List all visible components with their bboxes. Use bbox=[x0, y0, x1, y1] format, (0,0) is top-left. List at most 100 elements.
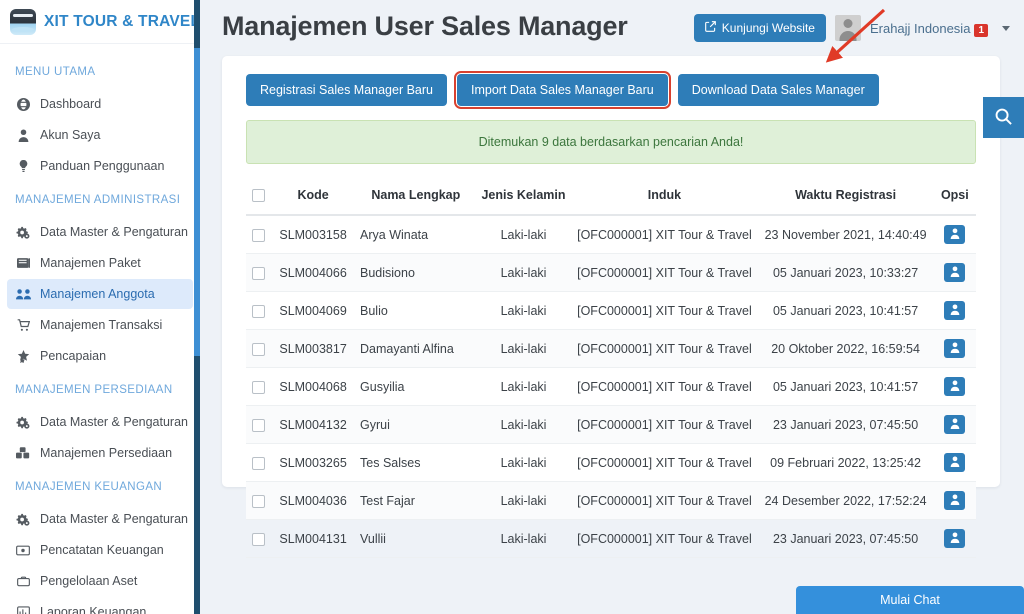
cell-induk: [OFC000001] XIT Tour & Travel bbox=[571, 481, 758, 521]
sidebar-item-akun-saya[interactable]: Akun Saya bbox=[7, 120, 193, 150]
sidebar-item-panduan-penggunaan[interactable]: Panduan Penggunaan bbox=[7, 151, 193, 181]
row-detail-button[interactable] bbox=[944, 225, 966, 245]
table-body: SLM003158 Arya Winata Laki-laki [OFC000001]… bbox=[246, 215, 976, 559]
row-detail-button[interactable] bbox=[944, 529, 966, 549]
sidebar-item-data-master-pengaturan[interactable]: Data Master & Pengaturan bbox=[7, 407, 193, 437]
cell-waktu-registrasi: 23 November 2021, 14:40:49 bbox=[757, 215, 934, 255]
cell-nama-lengkap: Bulio bbox=[356, 291, 476, 331]
user-menu[interactable]: Erahajj Indonesia 1 bbox=[869, 20, 988, 37]
briefcase-icon bbox=[15, 576, 31, 587]
star-badge-icon bbox=[15, 349, 31, 363]
user-detail-icon bbox=[950, 341, 960, 356]
sidebar-group-heading: MANAJEMEN PERSEDIAAN bbox=[15, 384, 173, 396]
cell-opsi bbox=[933, 519, 976, 559]
search-button[interactable] bbox=[983, 97, 1024, 138]
sidebar-item-label: Dashboard bbox=[40, 97, 102, 111]
cell-opsi bbox=[933, 367, 976, 407]
cell-kode: SLM004066 bbox=[270, 253, 357, 293]
table-row: SLM004066 Budisiono Laki-laki [OFC000001] X… bbox=[246, 253, 976, 293]
cell-induk: [OFC000001] XIT Tour & Travel bbox=[571, 215, 758, 255]
cell-kode: SLM004068 bbox=[270, 367, 357, 407]
sidebar-item-label: Panduan Penggunaan bbox=[40, 159, 165, 173]
content-card: Registrasi Sales Manager Baru Import Dat… bbox=[222, 56, 1000, 559]
row-checkbox[interactable] bbox=[251, 228, 265, 242]
row-detail-button[interactable] bbox=[944, 339, 966, 359]
sidebar-item-data-master-pengaturan[interactable]: Data Master & Pengaturan bbox=[7, 217, 193, 247]
cell-induk: [OFC000001] XIT Tour & Travel bbox=[571, 329, 758, 369]
app-logo-icon bbox=[10, 8, 36, 35]
sidebar-item-pengelolaan-aset[interactable]: Pengelolaan Aset bbox=[7, 566, 193, 596]
sidebar-item-label: Pencapaian bbox=[40, 349, 107, 363]
user-name-label: Erahajj Indonesia bbox=[869, 20, 971, 36]
cell-induk: [OFC000001] XIT Tour & Travel bbox=[571, 367, 758, 407]
sidebar-item-manajemen-anggota[interactable]: Manajemen Anggota bbox=[7, 279, 193, 309]
cell-induk: [OFC000001] XIT Tour & Travel bbox=[571, 291, 758, 331]
import-data-button[interactable]: Import Data Sales Manager Baru bbox=[454, 71, 671, 109]
cell-waktu-registrasi: 09 Februari 2022, 13:25:42 bbox=[757, 443, 934, 483]
sidebar-item-laporan-keuangan[interactable]: Laporan Keuangan bbox=[7, 597, 193, 614]
sidebar-item-dashboard[interactable]: Dashboard bbox=[7, 89, 193, 119]
sidebar-item-pencapaian[interactable]: Pencapaian bbox=[7, 341, 193, 371]
sidebar-item-label: Data Master & Pengaturan bbox=[40, 225, 188, 239]
sidebar-item-label: Manajemen Transaksi bbox=[40, 318, 163, 332]
cell-waktu-registrasi: 05 Januari 2023, 10:33:27 bbox=[757, 253, 934, 293]
row-select-cell bbox=[246, 253, 271, 293]
visit-website-button[interactable]: Kunjungi Website bbox=[693, 14, 826, 42]
start-chat-button[interactable]: Mulai Chat bbox=[796, 586, 1024, 614]
cell-induk: [OFC000001] XIT Tour & Travel bbox=[571, 253, 758, 293]
register-sales-manager-button[interactable]: Registrasi Sales Manager Baru bbox=[246, 74, 447, 106]
row-checkbox[interactable] bbox=[251, 342, 265, 356]
cell-waktu-registrasi: 20 Oktober 2022, 16:59:54 bbox=[757, 329, 934, 369]
chevron-down-icon[interactable] bbox=[1002, 25, 1010, 31]
page-title: Manajemen User Sales Manager bbox=[222, 11, 628, 41]
visit-website-label: Kunjungi Website bbox=[721, 21, 815, 35]
avatar-icon[interactable] bbox=[834, 15, 861, 41]
download-data-button[interactable]: Download Data Sales Manager bbox=[677, 74, 879, 106]
cart-icon bbox=[15, 318, 31, 332]
row-detail-button[interactable] bbox=[944, 263, 966, 283]
lightbulb-icon bbox=[15, 159, 31, 173]
sidebar-item-manajemen-transaksi[interactable]: Manajemen Transaksi bbox=[7, 310, 193, 340]
row-checkbox[interactable] bbox=[251, 456, 265, 470]
user-detail-icon bbox=[950, 493, 960, 508]
users-icon bbox=[15, 288, 31, 300]
cell-kode: SLM003265 bbox=[270, 443, 357, 483]
column-header-opsi: Opsi bbox=[933, 180, 976, 217]
top-bar: Manajemen User Sales Manager Kunjungi We… bbox=[200, 0, 1024, 56]
cell-kode: SLM004069 bbox=[270, 291, 357, 331]
table-row: SLM004132 Gyrui Laki-laki [OFC000001] XIT T… bbox=[246, 405, 976, 445]
cell-jenis-kelamin: Laki-laki bbox=[475, 481, 572, 521]
sidebar-item-pencatatan-keuangan[interactable]: Pencatatan Keuangan bbox=[7, 535, 193, 565]
sidebar-item-manajemen-persediaan[interactable]: Manajemen Persediaan bbox=[7, 438, 193, 468]
row-detail-button[interactable] bbox=[944, 453, 966, 473]
select-all-checkbox[interactable] bbox=[251, 189, 265, 203]
user-detail-icon bbox=[950, 265, 960, 280]
cell-kode: SLM004132 bbox=[270, 405, 357, 445]
row-detail-button[interactable] bbox=[944, 301, 966, 321]
cell-kode: SLM004131 bbox=[270, 519, 357, 559]
book-icon bbox=[15, 257, 31, 269]
row-detail-button[interactable] bbox=[944, 415, 966, 435]
sidebar-item-data-master-pengaturan[interactable]: Data Master & Pengaturan bbox=[7, 504, 193, 534]
brand-header[interactable]: XIT TOUR & TRAVEL bbox=[0, 0, 200, 44]
cell-opsi bbox=[933, 405, 976, 445]
row-detail-button[interactable] bbox=[944, 377, 966, 397]
money-icon bbox=[15, 545, 31, 556]
row-checkbox[interactable] bbox=[251, 418, 265, 432]
sidebar-item-manajemen-paket[interactable]: Manajemen Paket bbox=[7, 248, 193, 278]
cell-waktu-registrasi: 24 Desember 2022, 17:52:24 bbox=[757, 481, 934, 521]
cell-opsi bbox=[933, 481, 976, 521]
sidebar-item-label: Data Master & Pengaturan bbox=[40, 415, 188, 429]
cell-nama-lengkap: Gusyilia bbox=[356, 367, 476, 407]
row-checkbox[interactable] bbox=[251, 380, 265, 394]
brand-name: XIT TOUR & TRAVEL bbox=[44, 12, 200, 30]
cell-nama-lengkap: Vullii bbox=[356, 519, 476, 559]
row-select-cell bbox=[246, 367, 271, 407]
row-checkbox[interactable] bbox=[251, 532, 265, 546]
cell-kode: SLM003158 bbox=[270, 215, 357, 255]
row-checkbox[interactable] bbox=[251, 304, 265, 318]
row-detail-button[interactable] bbox=[944, 491, 966, 511]
row-checkbox[interactable] bbox=[251, 494, 265, 508]
cell-opsi bbox=[933, 443, 976, 483]
row-checkbox[interactable] bbox=[251, 266, 265, 280]
